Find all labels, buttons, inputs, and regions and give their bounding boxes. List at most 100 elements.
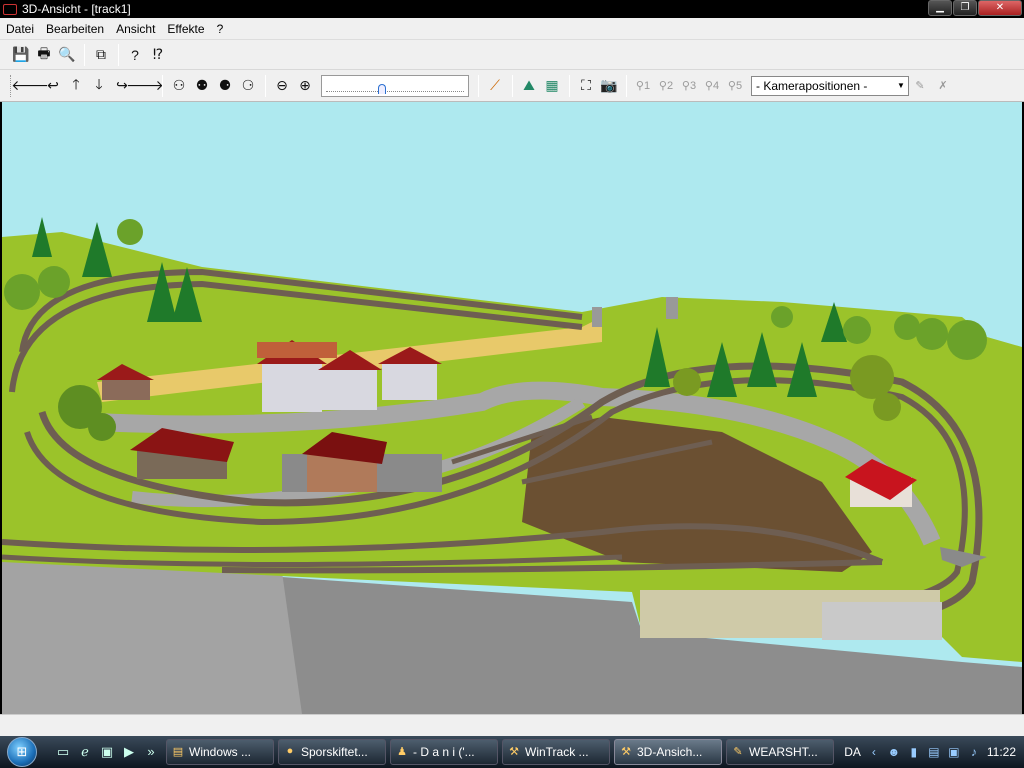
windows-logo-icon: ⊞ [7, 737, 37, 767]
menu-ansicht[interactable]: Ansicht [110, 18, 161, 40]
grid-icon[interactable]: ▦ [541, 75, 563, 97]
task-label: - D a n i ('... [413, 745, 475, 759]
deciduous-tree [4, 274, 40, 310]
folder-icon: ▤ [172, 746, 184, 758]
app-icon[interactable] [2, 2, 18, 16]
deciduous-tree [771, 306, 793, 328]
camera-position-1-icon[interactable]: ⚲1 [632, 75, 654, 97]
quick-launch: ▭ ℯ ▣ ▶ » [54, 744, 160, 760]
clock[interactable]: 11:22 [987, 745, 1016, 759]
arrow-left-icon[interactable]: 🡐 [11, 75, 49, 97]
minimize-button[interactable]: ▁ [928, 0, 952, 16]
arrow-down-icon[interactable]: 🡓 [88, 75, 110, 97]
save-icon[interactable]: 💾 [10, 44, 32, 66]
taskbar: ⊞ ▭ ℯ ▣ ▶ » ▤ Windows ... ● Sporskiftet...… [0, 736, 1024, 768]
taskbar-item-messenger[interactable]: ♟ - D a n i ('... [390, 739, 498, 765]
toolbar-separator [84, 43, 85, 66]
firefox-icon: ● [286, 745, 294, 757]
deciduous-tree [873, 393, 901, 421]
menu-datei[interactable]: Datei [0, 18, 40, 40]
messenger-icon: ♟ [397, 746, 407, 758]
camera-down-icon[interactable]: ⚈ [214, 75, 236, 97]
copy-icon[interactable]: ⧉ [90, 44, 112, 66]
window-title: 3D-Ansicht - [track1] [22, 2, 131, 16]
task-label: WEARSHT... [749, 745, 818, 759]
print-icon[interactable]: 🖶 [33, 44, 55, 66]
chevron-left-icon[interactable]: ‹ [867, 745, 881, 759]
menu-bar: Datei Bearbeiten Ansicht Effekte ? [0, 18, 1024, 40]
arrow-right-icon[interactable]: 🡒 [126, 75, 164, 97]
switch-windows-icon[interactable]: ▣ [98, 744, 116, 760]
status-bar [0, 714, 1024, 736]
terrain-icon[interactable]: ⛰ [518, 75, 540, 97]
zoom-out-icon[interactable]: ⊖ [271, 75, 293, 97]
restore-button[interactable]: ❐ [953, 0, 977, 16]
3d-viewport[interactable] [2, 102, 1022, 714]
wintrack-icon: ⚒ [509, 746, 519, 758]
arrow-up-icon[interactable]: 🡑 [65, 75, 87, 97]
task-label: 3D-Ansich... [637, 745, 703, 759]
stone-wall [822, 602, 942, 640]
language-indicator[interactable]: DA [844, 745, 861, 759]
turn-left-icon[interactable]: ↩ [42, 75, 64, 97]
menu-help[interactable]: ? [211, 18, 230, 40]
network-icon[interactable]: ▣ [947, 745, 961, 759]
camera-positions-select[interactable]: - Kamerapositionen - ▼ [751, 75, 909, 96]
menu-bearbeiten[interactable]: Bearbeiten [40, 18, 110, 40]
taskbar-item-wearsht[interactable]: ✎ WEARSHT... [726, 739, 834, 765]
show-desktop-icon[interactable]: ▭ [54, 744, 72, 760]
task-label: Sporskiftet... [301, 745, 368, 759]
users-icon[interactable]: ☻ [887, 745, 901, 759]
menu-effekte[interactable]: Effekte [161, 18, 210, 40]
media-player-icon[interactable]: ▶ [120, 744, 138, 760]
cliff-face-left [2, 557, 302, 714]
taskbar-item-windows[interactable]: ▤ Windows ... [166, 739, 274, 765]
print-preview-icon[interactable]: 🔍 [56, 44, 78, 66]
device-icon[interactable]: ▤ [927, 745, 941, 759]
wintrack-3d-icon: ⚒ [621, 746, 631, 758]
camera-walk-icon[interactable]: ⚇ [168, 75, 190, 97]
deciduous-tree [947, 320, 987, 360]
toolbar-separator [478, 74, 479, 97]
camera-position-3-icon[interactable]: ⚲3 [678, 75, 700, 97]
tunnel-portal [592, 307, 602, 327]
camera-positions-value: - Kamerapositionen - [756, 78, 868, 93]
zoom-slider[interactable] [321, 74, 469, 97]
battery-icon[interactable]: ▮ [907, 745, 921, 759]
camera-orbit-icon[interactable]: ⚆ [237, 75, 259, 97]
building [262, 364, 322, 412]
deciduous-tree [88, 413, 116, 441]
help-icon[interactable]: ? [124, 44, 146, 66]
screenshot-camera-icon[interactable]: 📷 [598, 75, 620, 97]
chevron-right-icon[interactable]: » [142, 744, 160, 760]
taskbar-item-firefox[interactable]: ● Sporskiftet... [278, 739, 386, 765]
zoom-in-icon[interactable]: ⊕ [294, 75, 316, 97]
building [382, 364, 437, 400]
chevron-down-icon[interactable]: ▼ [894, 77, 908, 95]
view-toolbar: 🡐 ↩ 🡑 🡓 ↪ 🡒 ⚇ ⚉ ⚈ ⚆ ⊖ ⊕ ⟋ ⛰ ▦ ⛶ 📷 ⚲1 ⚲2 … [0, 70, 1024, 102]
zoom-slider-track [326, 90, 464, 92]
taskbar-item-3d-view[interactable]: ⚒ 3D-Ansich... [614, 739, 722, 765]
camera-position-5-icon[interactable]: ⚲5 [724, 75, 746, 97]
taskbar-item-wintrack[interactable]: ⚒ WinTrack ... [502, 739, 610, 765]
volume-icon[interactable]: ♪ [967, 745, 981, 759]
context-help-icon[interactable]: ⁉ [147, 44, 169, 66]
camera-up-icon[interactable]: ⚉ [191, 75, 213, 97]
zoom-slider-thumb[interactable] [378, 83, 386, 94]
camera-position-4-icon[interactable]: ⚲4 [701, 75, 723, 97]
toolbar-separator [118, 43, 119, 66]
fit-view-icon[interactable]: ⛶ [575, 75, 597, 97]
toolbar-separator [265, 74, 266, 97]
building [322, 370, 377, 410]
track-tool-icon[interactable]: ⟋ [484, 75, 506, 97]
start-button[interactable]: ⊞ [0, 736, 44, 768]
deciduous-tree [673, 368, 701, 396]
internet-explorer-icon[interactable]: ℯ [76, 744, 94, 760]
tunnel-portal [666, 297, 678, 319]
camera-position-2-icon[interactable]: ⚲2 [655, 75, 677, 97]
close-button[interactable]: ✕ [978, 0, 1022, 16]
window-controls: ▁ ❐ ✕ [928, 0, 1022, 16]
delete-camera-icon[interactable]: ✗ [932, 75, 954, 97]
toolbar-separator [162, 74, 163, 97]
set-camera-icon[interactable]: ✎ [909, 75, 931, 97]
